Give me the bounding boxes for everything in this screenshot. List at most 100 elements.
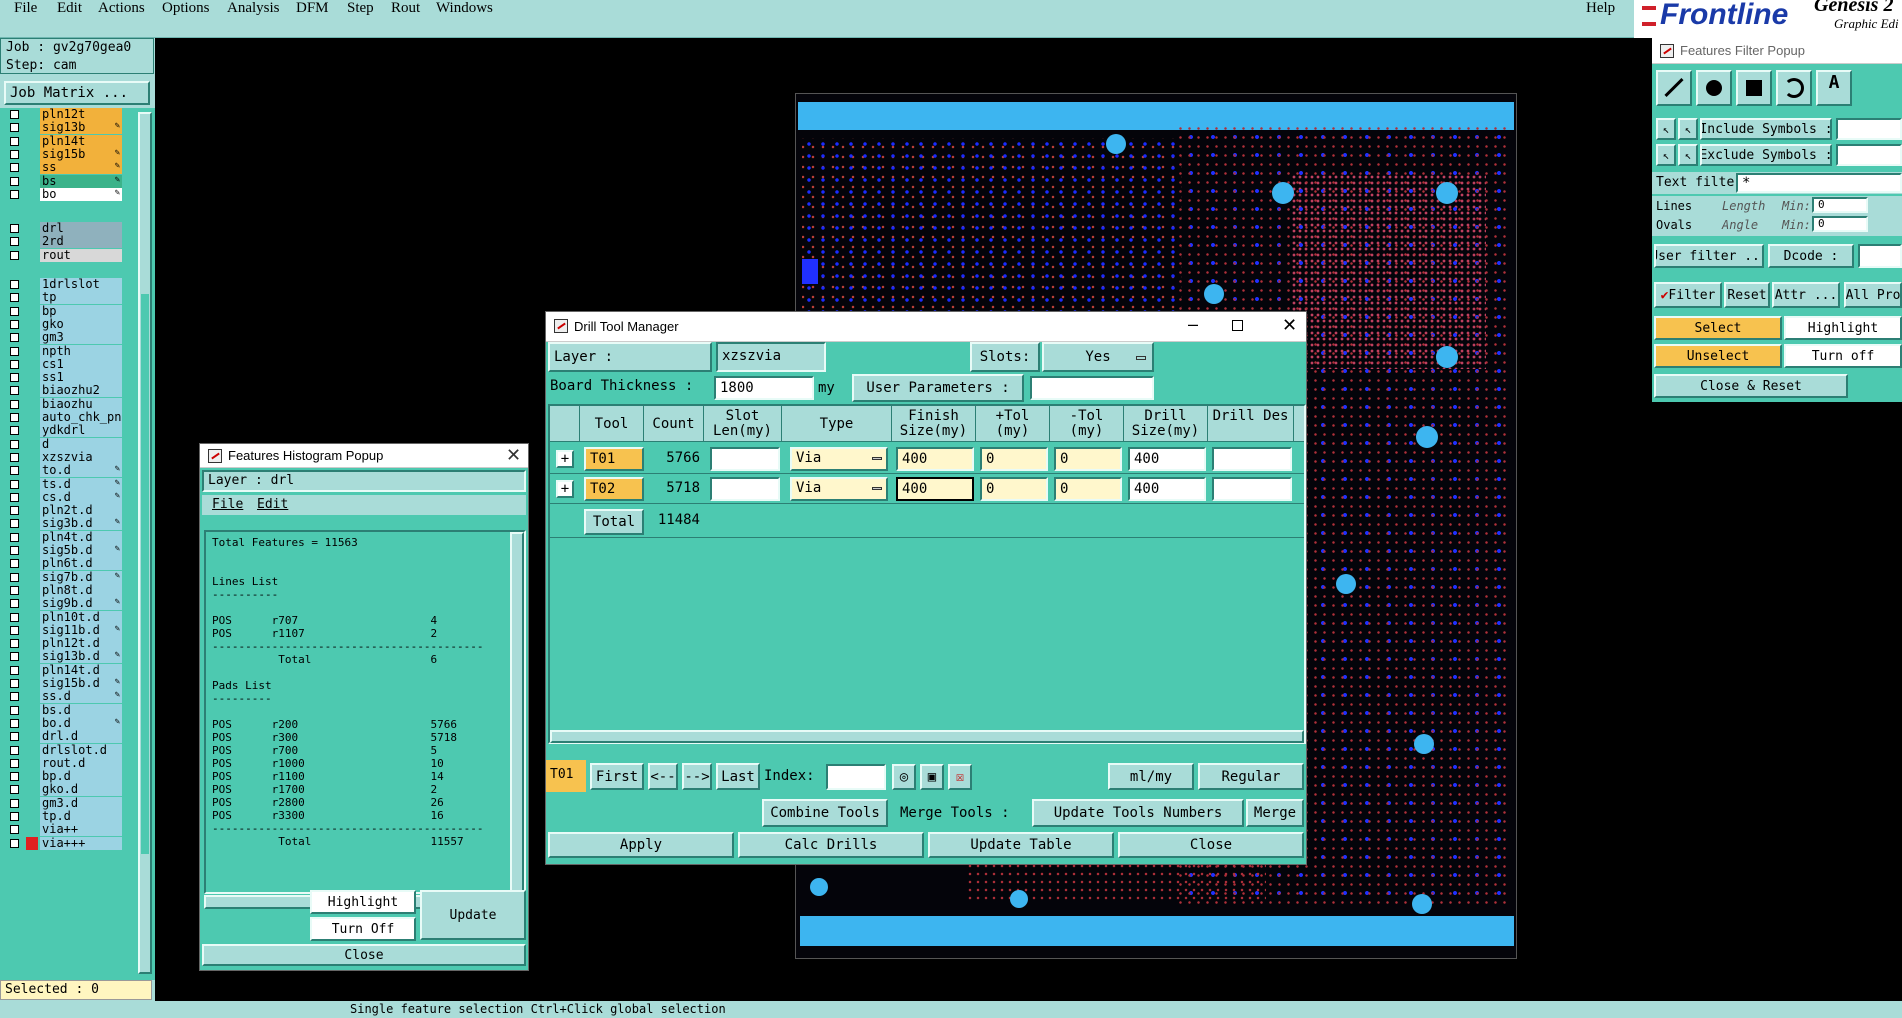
layer-row[interactable]: pln4t.d [6, 530, 122, 544]
include-symbols-input[interactable] [1836, 118, 1902, 140]
histogram-menu-file[interactable]: File [212, 497, 243, 512]
layer-name[interactable]: pln12t.d [40, 637, 122, 651]
layer-checkbox[interactable] [10, 136, 19, 146]
exclude-arrow2-icon[interactable]: ↖ [1678, 144, 1698, 166]
type-select[interactable]: Via [790, 477, 888, 501]
expand-icon[interactable]: + [556, 450, 574, 468]
layer-checkbox[interactable] [10, 413, 19, 422]
ovals-checkbox-label[interactable]: Ovals [1656, 218, 1692, 232]
minimize-icon[interactable]: – [1188, 314, 1198, 335]
layer-checkbox[interactable] [10, 599, 19, 609]
layer-checkbox[interactable] [10, 224, 19, 233]
filter-turnoff-button[interactable]: Turn off [1784, 344, 1902, 368]
layer-name[interactable]: sig11b.d [40, 623, 122, 637]
layer-checkbox[interactable] [10, 718, 19, 728]
calc-drills-button[interactable]: Calc Drills [738, 832, 924, 858]
layer-row[interactable]: gm3.d [6, 796, 122, 810]
layer-name[interactable]: gko [40, 317, 122, 331]
mode-select[interactable]: Regular [1198, 763, 1304, 790]
menu-analysis[interactable]: Analysis [227, 0, 280, 17]
layer-row[interactable]: biaozhu2 [6, 384, 122, 398]
layer-row[interactable]: pln12t.d [6, 637, 122, 651]
slot-len-input[interactable] [710, 447, 780, 471]
layer-checkbox[interactable] [10, 293, 19, 303]
layer-row[interactable]: 2rd [6, 235, 122, 249]
layer-name[interactable]: bp [40, 304, 122, 318]
length-min-input[interactable]: 0 [1812, 197, 1868, 213]
layer-checkbox[interactable] [10, 639, 19, 649]
menu-dfm[interactable]: DFM [296, 0, 329, 17]
slot-len-input[interactable] [710, 477, 780, 501]
layer-row[interactable]: gm3 [6, 331, 122, 345]
layer-row[interactable]: bs.d [6, 703, 122, 717]
layer-row[interactable]: sig15b.d ✎ [6, 677, 122, 690]
index-input[interactable] [826, 764, 886, 790]
layer-name[interactable]: ydkdrl [40, 424, 122, 438]
layer-checkbox[interactable] [10, 772, 19, 782]
layer-row[interactable]: sig3b.d ✎ [6, 517, 122, 531]
layer-name[interactable]: sig15b.d [40, 677, 122, 690]
layer-checkbox[interactable] [10, 812, 19, 821]
layer-name[interactable]: sig7b.d [40, 570, 122, 584]
scroll-thumb[interactable] [141, 294, 149, 854]
last-button[interactable]: Last [716, 763, 760, 790]
layer-checkbox[interactable] [10, 373, 19, 383]
angle-min-input[interactable]: 0 [1812, 216, 1868, 232]
zoom-icon[interactable]: ▣ [920, 764, 944, 790]
first-button[interactable]: First [590, 763, 644, 790]
layer-row[interactable]: auto_chk_pn [6, 411, 122, 424]
layer-row[interactable]: drlslot.d [6, 743, 122, 757]
layer-row[interactable]: ss.d ✎ [6, 690, 122, 704]
layer-checkbox[interactable] [10, 306, 19, 316]
layer-row[interactable]: to.d ✎ [6, 464, 122, 478]
layer-name[interactable]: sig15b [40, 147, 122, 161]
exclude-symbols-input[interactable] [1836, 144, 1902, 166]
layer-checkbox[interactable] [10, 479, 19, 489]
layer-checkbox[interactable] [10, 665, 19, 675]
layer-row[interactable]: via+++ [6, 836, 122, 850]
layer-checkbox[interactable] [10, 110, 19, 119]
layer-name[interactable]: 2rd [40, 235, 122, 249]
menu-actions[interactable]: Actions [98, 0, 145, 17]
filter-attr-button[interactable]: Attr ... [1772, 282, 1840, 308]
layer-name[interactable]: auto_chk_pn [40, 411, 122, 424]
close-icon[interactable]: ✕ [506, 445, 521, 466]
menu-windows[interactable]: Windows [436, 0, 493, 17]
layer-row[interactable]: pln14t.d [6, 663, 122, 677]
search-icon[interactable]: ◎ [892, 764, 916, 790]
layer-row[interactable]: pln8t.d [6, 583, 122, 597]
layer-name[interactable]: 1drlslot [40, 278, 122, 291]
job-matrix-button[interactable]: Job Matrix ... [4, 81, 150, 105]
line-tool-icon[interactable] [1656, 70, 1692, 106]
layer-checkbox[interactable] [10, 346, 19, 356]
layer-row[interactable]: pln6t.d [6, 557, 122, 571]
pad-tool-icon[interactable] [1696, 70, 1732, 106]
prev-button[interactable]: <-- [648, 763, 678, 790]
histogram-close-button[interactable]: Close [202, 944, 526, 966]
layer-name[interactable]: bo [40, 187, 122, 201]
text-filter-input[interactable]: * [1736, 173, 1902, 193]
layer-name[interactable]: ss1 [40, 371, 122, 385]
menu-file[interactable]: File [14, 0, 37, 17]
layer-name[interactable]: bs [40, 174, 122, 188]
layer-checkbox[interactable] [10, 732, 19, 742]
layer-checkbox[interactable] [10, 625, 19, 635]
histogram-highlight-button[interactable]: Highlight [310, 890, 416, 914]
combine-tools-button[interactable]: Combine Tools [762, 799, 888, 827]
layer-checkbox[interactable] [10, 546, 19, 555]
layer-checkbox[interactable] [10, 692, 19, 702]
layer-checkbox[interactable] [10, 149, 19, 159]
layer-checkbox[interactable] [10, 280, 19, 289]
layer-checkbox[interactable] [10, 399, 19, 409]
layer-name[interactable]: bo.d [40, 716, 122, 730]
layer-checkbox[interactable] [10, 333, 19, 343]
surface-tool-icon[interactable] [1736, 70, 1772, 106]
next-button[interactable]: --> [682, 763, 712, 790]
layer-row[interactable]: pln14t [6, 134, 122, 148]
layer-checkbox[interactable] [10, 679, 19, 688]
layer-name[interactable]: biaozhu2 [40, 384, 122, 398]
tool-row[interactable]: + T02 5718 Via 400 0 0 400 [550, 474, 1304, 504]
layer-row[interactable]: pln12t [6, 108, 122, 121]
layer-checkbox[interactable] [10, 745, 19, 755]
layer-row[interactable]: tp [6, 291, 122, 305]
